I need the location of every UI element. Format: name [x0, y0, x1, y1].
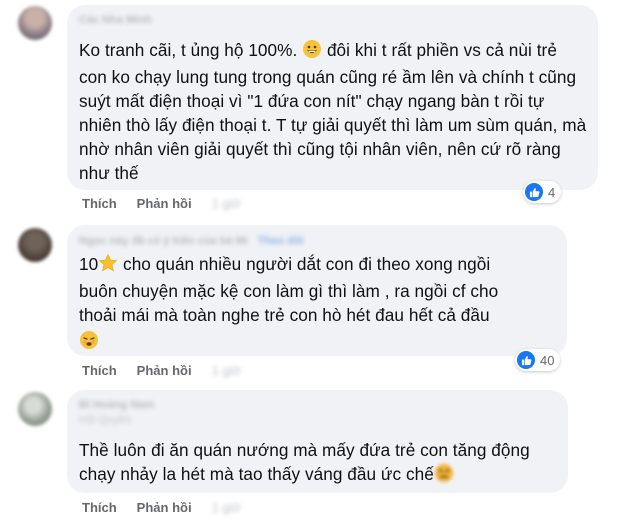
reply-button[interactable]: Phản hồi: [137, 363, 192, 378]
tired-face-icon: [79, 330, 99, 356]
grinning-face-icon: [302, 39, 322, 65]
reply-button[interactable]: Phản hồi: [137, 500, 192, 515]
comment-text: Thề luôn đi ăn quán nướng mà mấy đứa trẻ…: [79, 438, 558, 489]
reply-button[interactable]: Phản hồi: [137, 196, 192, 211]
like-reaction-icon: [525, 183, 543, 201]
comment-bubble: Các Nha Minh Ko tranh cãi, t ủng hộ 100%…: [67, 5, 598, 203]
avatar[interactable]: [18, 392, 52, 426]
star-icon: [98, 253, 118, 279]
comment-actions: Thích Phản hồi 1 giờ: [82, 196, 261, 211]
comment-author[interactable]: Bỉ Hoàng Nam: [79, 399, 154, 411]
angry-face-icon: [434, 463, 454, 489]
comment-actions: Thích Phản hồi 1 giờ: [82, 500, 261, 515]
like-button[interactable]: Thích: [82, 500, 117, 515]
comment-author[interactable]: Các Nha Minh: [79, 14, 152, 26]
like-button[interactable]: Thích: [82, 363, 117, 378]
comment-text-part-2: đôi khi t rất phiền vs cả nùi trẻ con ko…: [79, 40, 587, 183]
comment-timestamp[interactable]: 1 giờ: [212, 500, 242, 515]
comment-timestamp[interactable]: 1 giờ: [212, 363, 242, 378]
comment-bubble: Ngọc này đã có ý kiến của bà Mi Theo dõi …: [67, 225, 567, 371]
comment-text-part-1: Ko tranh cãi, t ủng hộ 100%.: [79, 40, 303, 60]
comment-text-part-1: 10: [79, 254, 99, 274]
comment-text-part-2: cho quán nhiều người dắt con đi theo xon…: [79, 254, 499, 325]
comment-author[interactable]: Ngọc này đã có ý kiến của bà Mi Theo dõi: [79, 235, 304, 247]
comment-bubble: Bỉ Hoàng Nam Hội Quyền Thề luôn đi ăn qu…: [67, 390, 568, 493]
reaction-count-badge[interactable]: 40: [515, 349, 561, 371]
comment-text-part-1: Thề luôn đi ăn quán nướng mà mấy đứa trẻ…: [79, 440, 530, 484]
comment-text: 10 cho quán nhiều người dắt con đi theo …: [79, 252, 527, 353]
like-reaction-icon: [517, 351, 535, 369]
comment-text: Ko tranh cãi, t ủng hộ 100%. đôi khi t r…: [79, 38, 588, 185]
avatar[interactable]: [18, 228, 52, 262]
comment-author-name[interactable]: Ngọc này đã có ý kiến của bà Mi: [79, 235, 248, 247]
avatar[interactable]: [18, 6, 52, 40]
follow-link[interactable]: Theo dõi: [258, 235, 304, 247]
reaction-count: 4: [548, 184, 556, 200]
like-button[interactable]: Thích: [82, 196, 117, 211]
reaction-count: 40: [540, 352, 555, 368]
comment-timestamp[interactable]: 1 giờ: [212, 196, 242, 211]
comment-actions: Thích Phản hồi 1 giờ: [82, 363, 261, 378]
comment-author-subtitle: Hội Quyền: [79, 414, 131, 426]
reaction-count-badge[interactable]: 4: [523, 181, 562, 203]
